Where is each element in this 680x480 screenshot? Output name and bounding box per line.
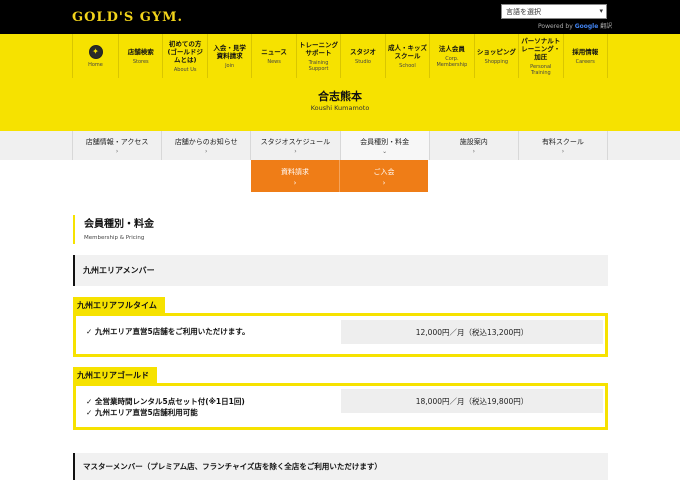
- request-materials-label: 資料請求: [281, 168, 309, 176]
- subnav-item-facilities[interactable]: 施設案内 ›: [428, 131, 518, 160]
- nav-item-shopping[interactable]: ショッピング Shopping: [473, 34, 518, 78]
- subnav-item-membership[interactable]: 会員種別・料金 ⌄: [339, 131, 429, 160]
- chevron-right-icon: ›: [382, 179, 386, 187]
- store-subnav: 店舗情報・アクセス › 店舗からのお知らせ › スタジオスケジュール › 会員種…: [0, 131, 680, 160]
- nav-item-stores[interactable]: 店舗検索 Stores: [118, 34, 162, 78]
- nav-item-en: Personal Training: [530, 63, 552, 76]
- join-button[interactable]: ご入会 ›: [340, 160, 428, 192]
- nav-item-corp-membership[interactable]: 法人会員 Corp. Membership: [429, 34, 473, 78]
- nav-item-en: Careers: [575, 58, 595, 65]
- nav-item-en: Stores: [132, 58, 149, 65]
- plan-feature: ✓ 九州エリア直営5店舗利用可能: [86, 407, 245, 418]
- chevron-right-icon: ›: [205, 148, 208, 155]
- nav-item-en: News: [267, 58, 281, 65]
- kyushu-member-heading: 九州エリアメンバー: [73, 255, 608, 286]
- plan-price: 18,000円／月（税込19,800円）: [341, 389, 603, 413]
- plan-name: 九州エリアゴールド: [73, 367, 157, 383]
- check-icon: ✓: [86, 327, 93, 336]
- plan-features: ✓ 全営業時間レンタル5点セット付(※1日1回) ✓ 九州エリア直営5店舗利用可能: [86, 396, 245, 418]
- plan-feature: ✓ 九州エリア直営5店舗をご利用いただけます。: [86, 326, 249, 337]
- nav-item-jp: スタジオ: [349, 47, 376, 56]
- nav-item-home[interactable]: ✦ Home: [72, 34, 118, 78]
- plan-feature: ✓ 全営業時間レンタル5点セット付(※1日1回): [86, 396, 245, 407]
- plan-price: 12,000円／月（税込13,200円）: [341, 320, 603, 344]
- language-select[interactable]: 言語を選択 ▾: [501, 4, 607, 19]
- nav-item-en: Shopping: [484, 58, 509, 65]
- check-icon: ✓: [86, 408, 93, 417]
- plan-feature-text: 九州エリア直営5店舗をご利用いただけます。: [95, 327, 250, 336]
- store-subtitle: Koushi Kumamoto: [310, 104, 370, 112]
- subnav-item-label: スタジオスケジュール: [260, 138, 331, 146]
- powered-by-prefix: Powered by: [538, 23, 575, 30]
- nav-item-jp: トレーニング サポート: [299, 40, 339, 57]
- cta-buttons: 資料請求 › ご入会 ›: [251, 160, 428, 192]
- master-member-heading: マスターメンバー（プレミアム店、フランチャイズ店を除く全店をご利用いただけます）: [73, 453, 608, 480]
- subnav-item-paid-school[interactable]: 有料スクール ›: [517, 131, 609, 160]
- nav-item-join[interactable]: 入会・見学 資料請求 Join: [206, 34, 251, 78]
- nav-item-en: Studio: [355, 58, 371, 65]
- plan-feature-text: 全営業時間レンタル5点セット付(※1日1回): [95, 397, 245, 406]
- section-title: 会員種別・料金: [84, 219, 154, 230]
- nav-item-en: Corp. Membership: [436, 55, 468, 68]
- request-materials-button[interactable]: 資料請求 ›: [251, 160, 340, 192]
- nav-item-en: Training Support: [308, 59, 329, 72]
- chevron-down-icon: ⌄: [382, 148, 388, 155]
- nav-item-en: Join: [225, 62, 235, 69]
- plan-name: 九州エリアフルタイム: [73, 297, 165, 313]
- subnav-item-label: 会員種別・料金: [360, 138, 410, 146]
- main-nav: ✦ Home 店舗検索 Stores 初めての方 (ゴールドジ ムとは) Abo…: [72, 34, 608, 78]
- section-subtitle: Membership & Pricing: [84, 235, 145, 241]
- nav-item-studio[interactable]: スタジオ Studio: [340, 34, 384, 78]
- translate-label: 翻訳: [598, 23, 613, 30]
- top-bar: GOLD'S GYM. 言語を選択 ▾ Powered by Google 翻訳: [0, 0, 680, 34]
- subnav-item-label: 店舗からのお知らせ: [174, 138, 238, 146]
- subnav-item-label: 店舗情報・アクセス: [85, 138, 149, 146]
- chevron-right-icon: ›: [472, 148, 475, 155]
- subnav-item-access[interactable]: 店舗情報・アクセス ›: [72, 131, 161, 160]
- nav-item-jp: 入会・見学 資料請求: [213, 43, 246, 60]
- nav-item-jp: ニュース: [261, 47, 287, 56]
- main-header: ✦ Home 店舗検索 Stores 初めての方 (ゴールドジ ムとは) Abo…: [0, 34, 680, 131]
- chevron-right-icon: ›: [294, 148, 297, 155]
- subnav-item-label: 施設案内: [459, 138, 488, 146]
- golds-gym-logo[interactable]: GOLD'S GYM.: [72, 10, 183, 25]
- nav-item-careers[interactable]: 採用情報 Careers: [562, 34, 608, 78]
- chevron-down-icon: ▾: [599, 7, 603, 15]
- subnav-item-studio-schedule[interactable]: スタジオスケジュール ›: [250, 131, 339, 160]
- section-heading: 会員種別・料金 Membership & Pricing: [73, 215, 154, 244]
- plan-card: ✓ 全営業時間レンタル5点セット付(※1日1回) ✓ 九州エリア直営5店舗利用可能 …: [73, 383, 608, 430]
- chevron-right-icon: ›: [561, 148, 565, 155]
- subnav-item-label: 有料スクール: [541, 138, 584, 146]
- chevron-right-icon: ›: [293, 179, 297, 187]
- nav-item-school[interactable]: 成人・キッズ スクール School: [384, 34, 429, 78]
- nav-item-news[interactable]: ニュース News: [251, 34, 295, 78]
- language-select-value: 言語を選択: [506, 8, 541, 16]
- nav-item-training-support[interactable]: トレーニング サポート Training Support: [295, 34, 340, 78]
- nav-item-en: School: [399, 62, 416, 69]
- google-logo: Google: [574, 23, 599, 30]
- nav-item-jp: 店舗検索: [127, 47, 154, 56]
- nav-item-jp: 成人・キッズ スクール: [387, 43, 427, 60]
- nav-item-personal-training[interactable]: パーソナルト レーニング・ 加圧 Personal Training: [518, 34, 562, 78]
- powered-by-google[interactable]: Powered by Google 翻訳: [538, 21, 612, 30]
- check-icon: ✓: [86, 397, 93, 406]
- nav-item-jp: 法人会員: [438, 44, 465, 53]
- plan-card: ✓ 九州エリア直営5店舗をご利用いただけます。 12,000円／月（税込13,20…: [73, 313, 608, 357]
- plan-feature-text: 九州エリア直営5店舗利用可能: [95, 408, 198, 417]
- subnav-item-news[interactable]: 店舗からのお知らせ ›: [161, 131, 250, 160]
- join-label: ご入会: [373, 168, 395, 176]
- store-title: 合志熊本: [318, 90, 362, 103]
- nav-item-jp: 初めての方 (ゴールドジ ムとは): [167, 39, 203, 64]
- nav-item-jp: パーソナルト レーニング・ 加圧: [521, 36, 561, 61]
- plan-features: ✓ 九州エリア直営5店舗をご利用いただけます。: [86, 326, 249, 337]
- nav-item-jp: 採用情報: [572, 47, 599, 56]
- nav-item-en: About Us: [173, 66, 197, 73]
- nav-item-about[interactable]: 初めての方 (ゴールドジ ムとは) About Us: [162, 34, 206, 78]
- chevron-right-icon: ›: [115, 148, 119, 155]
- nav-item-jp: ショッピング: [476, 47, 516, 56]
- nav-item-en: Home: [88, 61, 103, 68]
- home-emblem-icon: ✦: [88, 44, 103, 59]
